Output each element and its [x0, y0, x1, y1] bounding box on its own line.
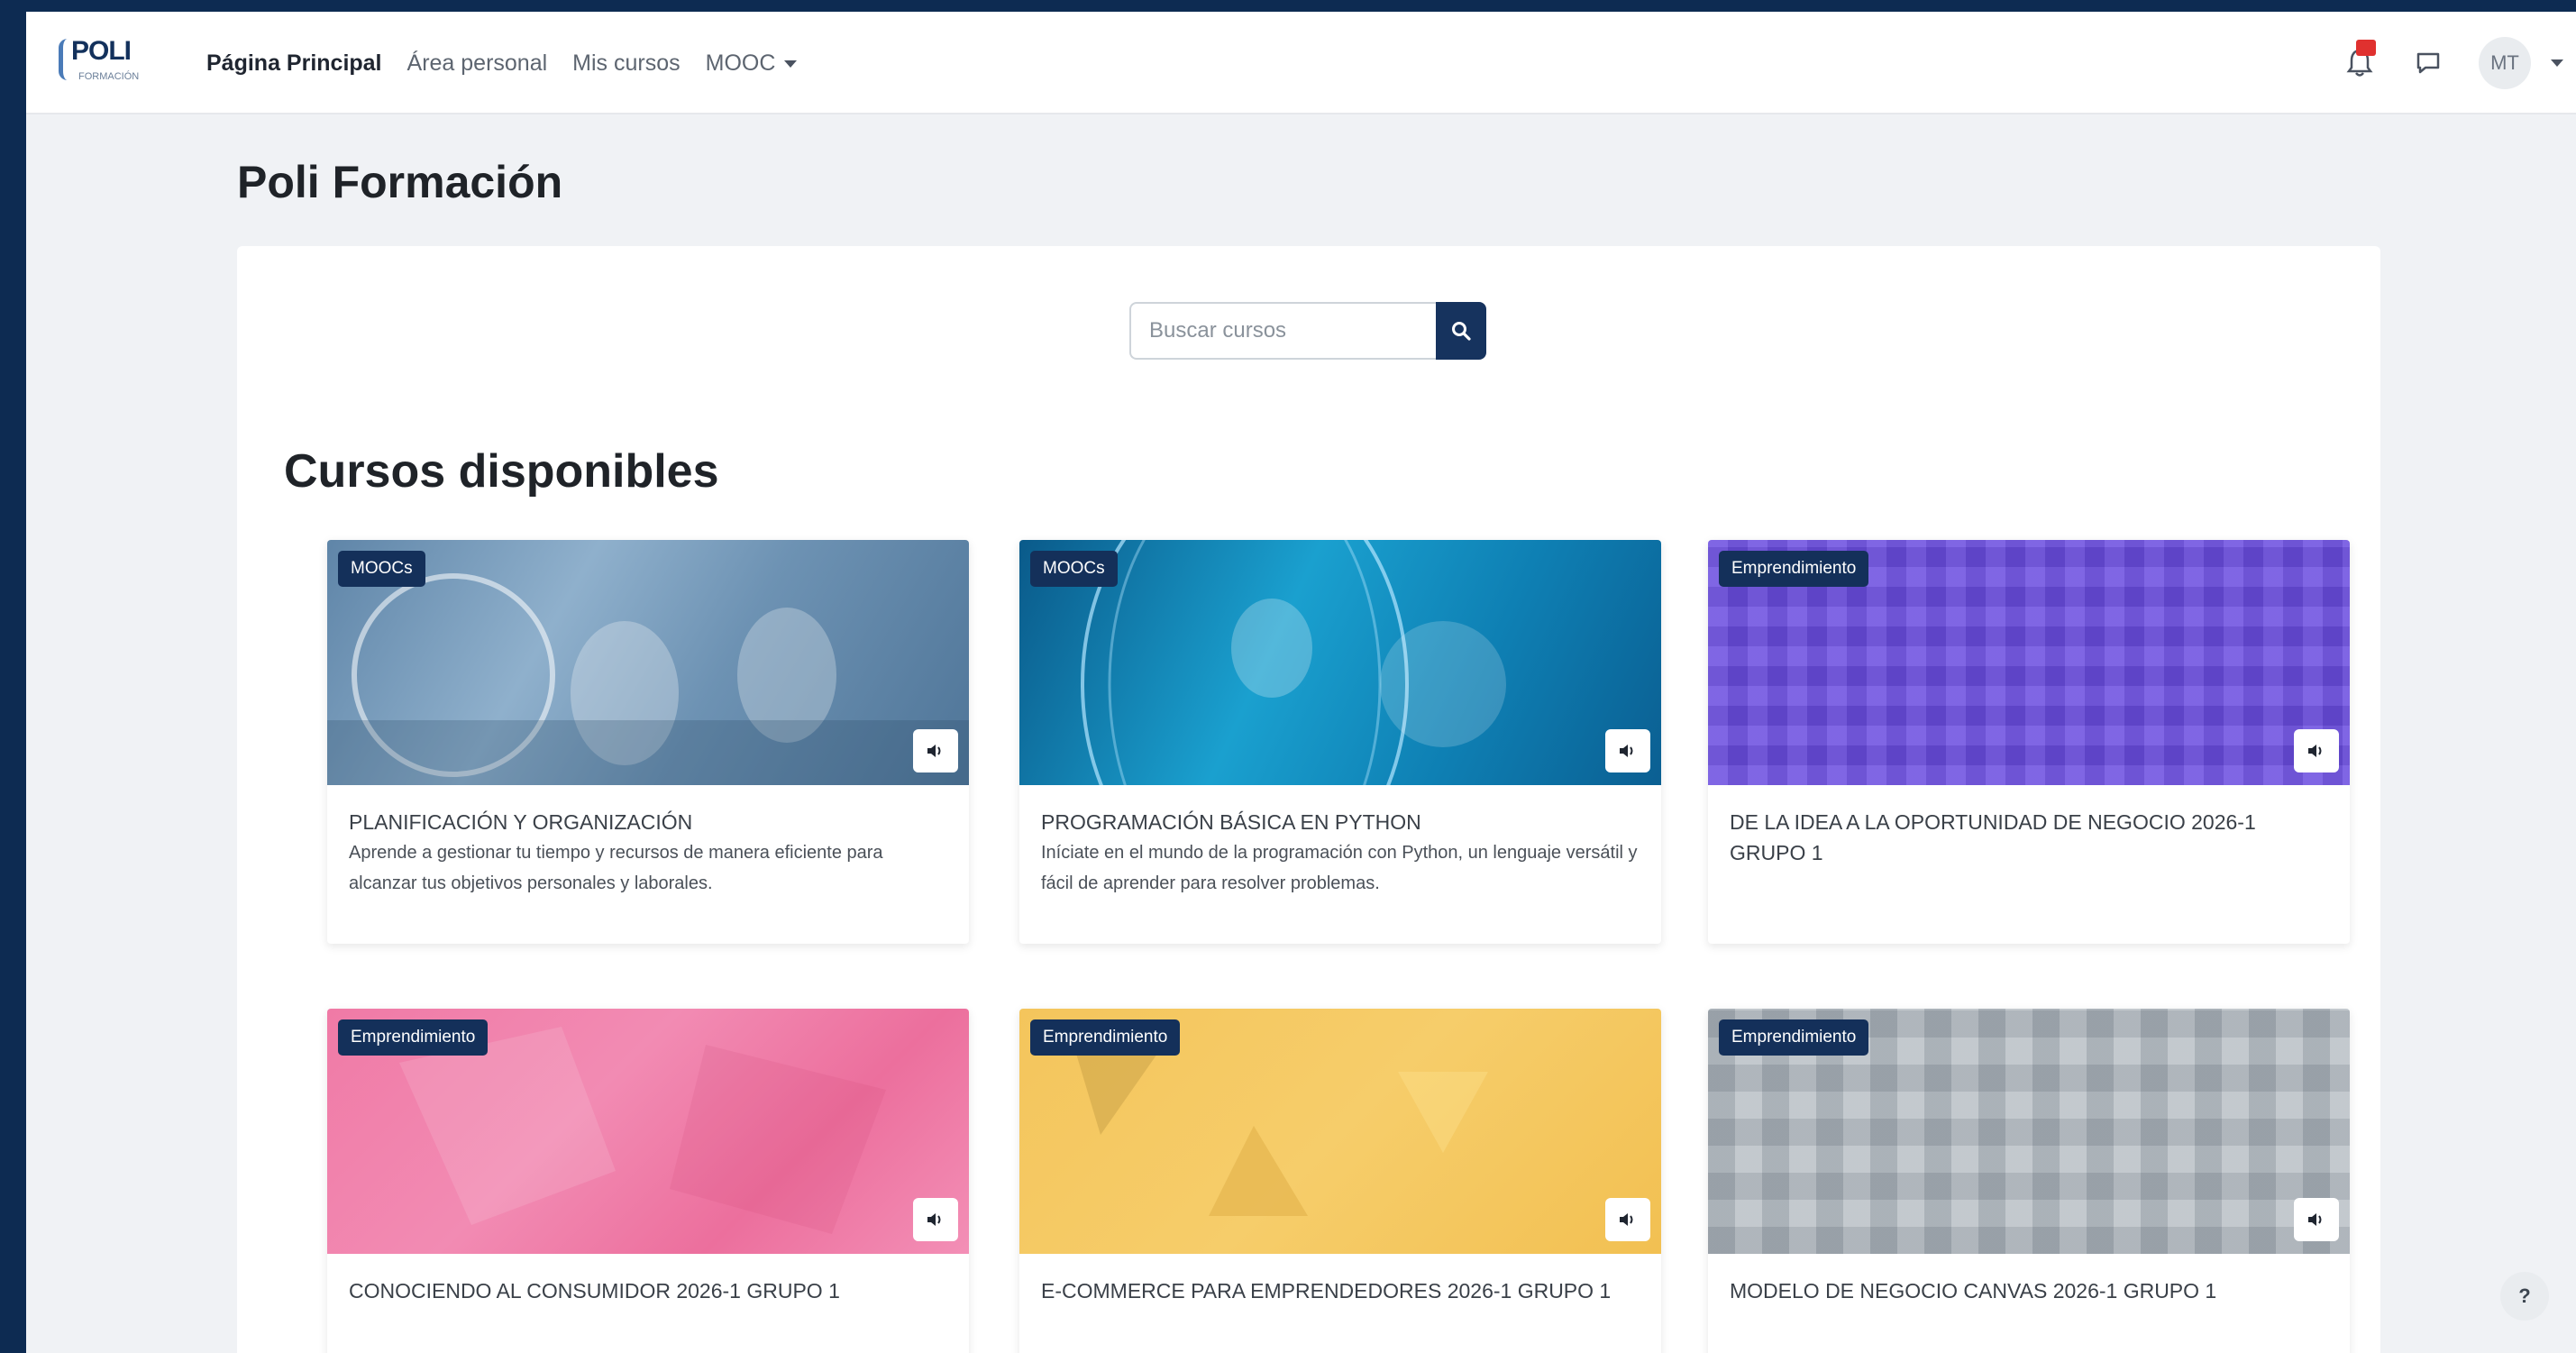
chevron-down-icon — [784, 59, 798, 68]
course-title[interactable]: PLANIFICACIÓN Y ORGANIZACIÓN — [349, 807, 947, 837]
course-category-badge: Emprendimiento — [1719, 551, 1869, 587]
chat-icon — [2416, 52, 2440, 74]
course-card[interactable]: MOOCs PLANIFICACIÓN Y ORGANIZACIÓN Apren… — [327, 540, 969, 944]
audio-button[interactable] — [1605, 729, 1650, 772]
poli-logo[interactable]: POLI FORMACIÓN — [59, 35, 158, 89]
course-body: E-COMMERCE PARA EMPRENDEDORES 2026-1 GRU… — [1019, 1254, 1661, 1333]
nav-mooc-dropdown[interactable]: MOOC — [706, 50, 798, 77]
app-frame: POLI FORMACIÓN Página Principal Área per… — [26, 12, 2576, 1353]
audio-button[interactable] — [913, 729, 958, 772]
speaker-icon — [1620, 1213, 1633, 1226]
course-category-badge: Emprendimiento — [1030, 1019, 1181, 1056]
course-body: PROGRAMACIÓN BÁSICA EN PYTHON Iníciate e… — [1019, 785, 1661, 926]
messages-button[interactable] — [2410, 43, 2446, 83]
course-title[interactable]: E-COMMERCE PARA EMPRENDEDORES 2026-1 GRU… — [1041, 1275, 1640, 1306]
logo-mark — [59, 39, 71, 80]
course-category-badge: Emprendimiento — [1719, 1019, 1869, 1056]
user-tools: MT — [2342, 12, 2576, 114]
course-image: Emprendimiento — [327, 1009, 969, 1254]
course-body: MODELO DE NEGOCIO CANVAS 2026-1 GRUPO 1 — [1708, 1254, 2350, 1333]
course-card[interactable]: Emprendimiento MODELO DE NEGOCIO CANVAS … — [1708, 1009, 2350, 1353]
course-image: Emprendimiento — [1019, 1009, 1661, 1254]
course-card[interactable]: MOOCs PROGRAMACIÓN BÁSICA EN PYTHON Iníc… — [1019, 540, 1661, 944]
avatar: MT — [2479, 37, 2531, 89]
nav-my-courses-link[interactable]: Mis cursos — [572, 50, 680, 77]
audio-button[interactable] — [2294, 1198, 2339, 1241]
speaker-icon — [927, 745, 941, 757]
course-category-badge: MOOCs — [338, 551, 425, 587]
page-title: Poli Formación — [237, 157, 563, 207]
course-image: MOOCs — [1019, 540, 1661, 785]
logo-text: POLI — [71, 36, 132, 66]
courses-panel: Cursos disponibles MOOCs — [237, 246, 2380, 1353]
course-title[interactable]: PROGRAMACIÓN BÁSICA EN PYTHON — [1041, 807, 1640, 837]
course-body: PLANIFICACIÓN Y ORGANIZACIÓN Aprende a g… — [327, 785, 969, 926]
course-title[interactable]: DE LA IDEA A LA OPORTUNIDAD DE NEGOCIO 2… — [1730, 807, 2328, 868]
nav-dashboard-link[interactable]: Área personal — [407, 50, 548, 77]
course-card[interactable]: Emprendimiento CONOCIENDO AL CONSUMIDOR … — [327, 1009, 969, 1353]
course-image: Emprendimiento — [1708, 1009, 2350, 1254]
course-card[interactable]: Emprendimiento DE LA IDEA A LA OPORTUNID… — [1708, 540, 2350, 944]
speaker-icon — [927, 1213, 941, 1226]
course-image: Emprendimiento — [1708, 540, 2350, 785]
audio-button[interactable] — [913, 1198, 958, 1241]
user-menu-toggle[interactable]: MT — [2479, 37, 2563, 89]
chevron-down-icon — [2551, 59, 2563, 67]
course-title[interactable]: MODELO DE NEGOCIO CANVAS 2026-1 GRUPO 1 — [1730, 1275, 2328, 1306]
course-body: CONOCIENDO AL CONSUMIDOR 2026-1 GRUPO 1 — [327, 1254, 969, 1333]
speaker-icon — [2308, 745, 2322, 757]
course-category-badge: MOOCs — [1030, 551, 1118, 587]
course-category-badge: Emprendimiento — [338, 1019, 489, 1056]
top-navbar: POLI FORMACIÓN Página Principal Área per… — [26, 12, 2576, 114]
notification-badge — [2356, 40, 2376, 56]
course-body: DE LA IDEA A LA OPORTUNIDAD DE NEGOCIO 2… — [1708, 785, 2350, 895]
course-description: Iníciate en el mundo de la programación … — [1041, 843, 1638, 893]
help-button[interactable]: ? — [2500, 1272, 2549, 1321]
logo-subtext: FORMACIÓN — [78, 71, 140, 82]
course-title[interactable]: CONOCIENDO AL CONSUMIDOR 2026-1 GRUPO 1 — [349, 1275, 947, 1306]
course-grid: MOOCs PLANIFICACIÓN Y ORGANIZACIÓN Apren… — [237, 246, 2380, 1353]
nav-mooc-label: MOOC — [705, 50, 776, 76]
nav-home-link[interactable]: Página Principal — [206, 50, 382, 77]
notifications-button[interactable] — [2342, 40, 2378, 83]
audio-button[interactable] — [2294, 729, 2339, 772]
primary-nav: Página Principal Área personal Mis curso… — [206, 12, 798, 114]
course-card[interactable]: Emprendimiento E-COMMERCE PARA EMPRENDED… — [1019, 1009, 1661, 1353]
speaker-icon — [1620, 745, 1633, 757]
course-image: MOOCs — [327, 540, 969, 785]
speaker-icon — [2308, 1213, 2322, 1226]
course-description: Aprende a gestionar tu tiempo y recursos… — [349, 843, 883, 893]
audio-button[interactable] — [1605, 1198, 1650, 1241]
